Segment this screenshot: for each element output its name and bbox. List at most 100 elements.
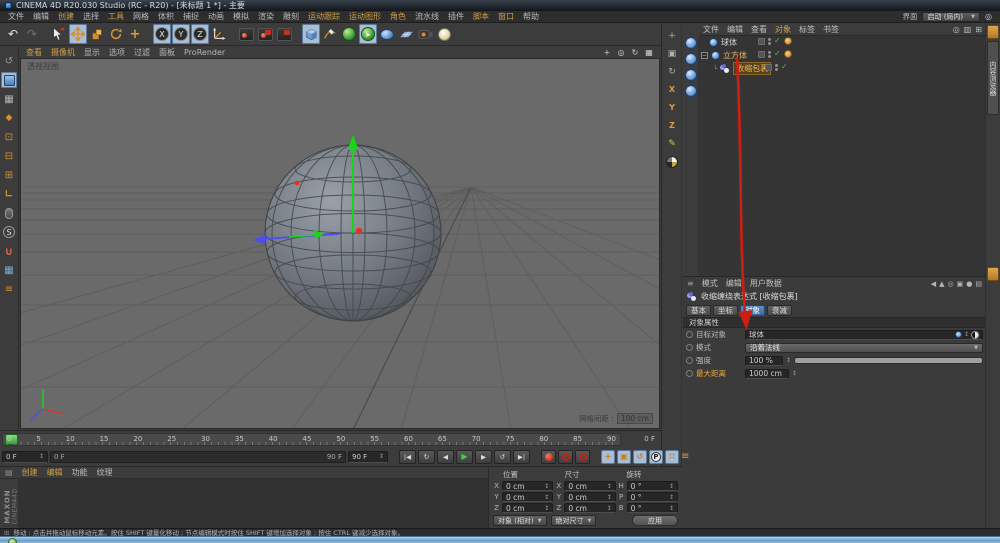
size-y-field[interactable]: 0 cm↕ <box>564 492 615 502</box>
rotation-b-field[interactable]: 0 °↕ <box>627 503 678 513</box>
play-backwards-button[interactable]: ↻ <box>418 450 435 464</box>
object-properties-header[interactable]: 对象属性 <box>683 317 986 328</box>
viewport-menu-view[interactable]: 查看 <box>26 47 42 58</box>
layer-chip-icon[interactable] <box>758 51 765 58</box>
menu-item-sculpt[interactable]: 雕刻 <box>283 11 299 22</box>
rotation-h-field[interactable]: 0 °↕ <box>627 481 678 491</box>
layer-chip-icon[interactable] <box>765 64 772 71</box>
frame-field[interactable]: 0 F ↕ <box>2 451 48 463</box>
size-z-field[interactable]: 0 cm↕ <box>564 503 615 513</box>
model-mode-button[interactable] <box>1 72 17 88</box>
magnet-snap-button[interactable]: ∪ <box>1 243 17 259</box>
keyframe-selection-button[interactable] <box>575 450 590 464</box>
position-y-field[interactable]: 0 cm↕ <box>502 492 553 502</box>
search-icon[interactable]: ◎ <box>985 12 992 21</box>
primitive-sphere-icon[interactable] <box>685 53 697 65</box>
menu-item-file[interactable]: 文件 <box>8 11 24 22</box>
redo-button[interactable]: ↷ <box>23 24 41 44</box>
enable-check-icon[interactable]: ✓ <box>781 63 788 71</box>
object-picker-icon[interactable] <box>971 331 979 339</box>
enable-axis-button[interactable]: ∟ <box>1 186 17 202</box>
texture-mode-button[interactable]: ▦ <box>1 91 17 107</box>
animation-toggle-icon[interactable] <box>686 331 693 338</box>
visibility-dots-icon[interactable] <box>768 51 771 58</box>
menu-item-render[interactable]: 渲染 <box>258 11 274 22</box>
add-floor-button[interactable] <box>397 24 415 44</box>
strength-slider[interactable] <box>794 357 983 364</box>
render-settings-button[interactable] <box>275 24 293 44</box>
menu-item-create[interactable]: 创建 <box>58 11 74 22</box>
workplane-lock-button[interactable]: ▦ <box>1 262 17 278</box>
visibility-dots-icon[interactable] <box>775 64 778 71</box>
lock-y-button[interactable]: Y <box>172 24 190 44</box>
tab-coordinates[interactable]: 坐标 <box>713 305 738 316</box>
om-panel-icon[interactable]: ⊞ <box>975 25 982 34</box>
spinner-icon[interactable]: ↕ <box>964 331 969 338</box>
menu-item-pipeline[interactable]: 流水线 <box>415 11 439 22</box>
goto-end-button[interactable]: ▶| <box>513 450 530 464</box>
dock-scale-icon[interactable]: ▣ <box>665 46 680 61</box>
attr-settings-icon[interactable]: ● <box>966 280 972 288</box>
history-up-icon[interactable]: ▲ <box>939 280 944 288</box>
lock-z-button[interactable]: Z <box>191 24 209 44</box>
dock-tab-bottom[interactable] <box>987 267 999 281</box>
edges-mode-button[interactable]: ⊟ <box>1 148 17 164</box>
end-frame-field[interactable]: 90 F ↕ <box>348 451 388 463</box>
menu-item-select[interactable]: 选择 <box>83 11 99 22</box>
windows-taskbar[interactable] <box>0 536 1000 543</box>
view-label[interactable]: 透视视图 <box>24 61 62 72</box>
viewport-menu-camera[interactable]: 摄像机 <box>51 47 75 58</box>
dock-move-icon[interactable]: + <box>665 28 680 43</box>
hamburger-icon[interactable]: ≡ <box>687 279 694 288</box>
keyframe-presets-icon[interactable]: ≡ <box>681 450 689 464</box>
viewport-menu-display[interactable]: 显示 <box>84 47 100 58</box>
material-list-area[interactable] <box>18 479 488 529</box>
add-generator-button[interactable] <box>340 24 358 44</box>
add-light-button[interactable] <box>435 24 453 44</box>
menu-item-motion-tracker[interactable]: 运动跟踪 <box>308 11 340 22</box>
loop-button[interactable]: ↺ <box>494 450 511 464</box>
layout-dropdown[interactable]: 启动 (局内) ▼ <box>922 12 980 22</box>
record-parameter-toggle[interactable]: P <box>649 450 663 464</box>
live-selection-button[interactable] <box>50 24 68 44</box>
next-frame-button[interactable]: ▶ <box>475 450 492 464</box>
viewport-menu-panel[interactable]: 面板 <box>159 47 175 58</box>
polygons-mode-button[interactable]: ⊞ <box>1 167 17 183</box>
mat-menu-function[interactable]: 功能 <box>72 467 88 478</box>
snap-button[interactable]: S <box>1 224 17 240</box>
primitive-sphere-icon[interactable] <box>685 37 697 49</box>
position-x-field[interactable]: 0 cm↕ <box>502 481 553 491</box>
move-tool-button[interactable] <box>69 24 87 44</box>
autokey-button[interactable] <box>558 450 573 464</box>
object-row-shrinkwrap[interactable]: └ 收缩包裹 ✓ <box>699 62 986 75</box>
size-x-field[interactable]: 0 cm↕ <box>564 481 615 491</box>
om-menu-view[interactable]: 查看 <box>751 24 767 35</box>
menu-item-script[interactable]: 脚本 <box>473 11 489 22</box>
add-spline-button[interactable] <box>321 24 339 44</box>
menu-item-window[interactable]: 窗口 <box>498 11 514 22</box>
om-menu-tags[interactable]: 标签 <box>799 24 815 35</box>
render-queue-button[interactable] <box>256 24 274 44</box>
menu-item-character[interactable]: 角色 <box>390 11 406 22</box>
coordinate-system-button[interactable] <box>210 24 228 44</box>
size-mode-dropdown[interactable]: 绝对尺寸 ▼ <box>551 515 597 526</box>
viewport-menu-filter[interactable]: 过滤 <box>134 47 150 58</box>
record-pla-toggle[interactable]: ∷ <box>665 450 679 464</box>
history-back-icon[interactable]: ◀ <box>931 280 936 288</box>
phong-tag-icon[interactable] <box>784 50 792 58</box>
view-zoom-icon[interactable]: ◎ <box>616 48 626 57</box>
add-camera-button[interactable] <box>416 24 434 44</box>
animation-toggle-icon[interactable] <box>686 357 693 364</box>
om-menu-edit[interactable]: 编辑 <box>727 24 743 35</box>
dock-rotate-icon[interactable]: ↻ <box>665 64 680 79</box>
scale-tool-button[interactable] <box>88 24 106 44</box>
attr-search-icon[interactable]: ◎ <box>948 280 954 288</box>
visibility-dots-icon[interactable] <box>768 38 771 45</box>
position-z-field[interactable]: 0 cm↕ <box>502 503 553 513</box>
add-deformer-button[interactable]: ➤ <box>359 24 377 44</box>
mat-menu-edit[interactable]: 编辑 <box>47 467 63 478</box>
enable-check-icon[interactable]: ✓ <box>774 50 781 58</box>
menu-item-mograph[interactable]: 运动图形 <box>349 11 381 22</box>
record-position-toggle[interactable]: + <box>601 450 615 464</box>
lock-x-button[interactable]: X <box>153 24 171 44</box>
